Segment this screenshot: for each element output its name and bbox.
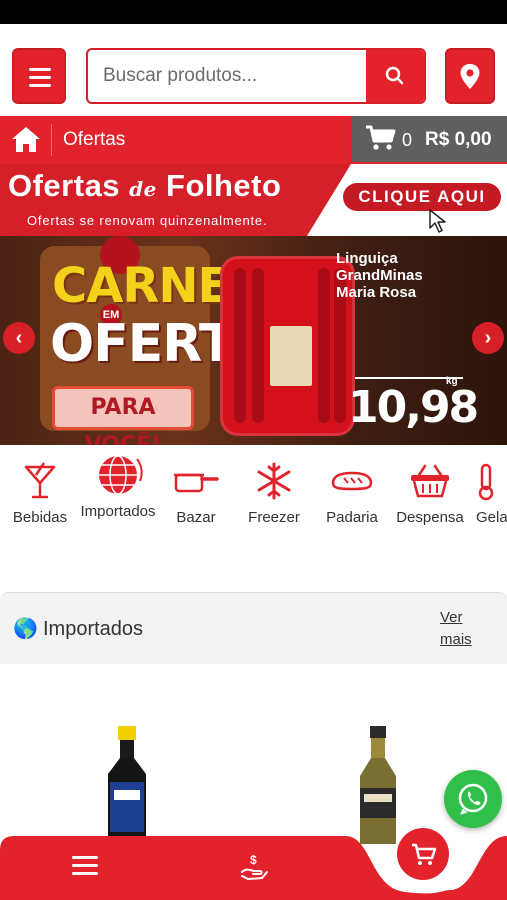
home-icon[interactable] [10, 124, 42, 154]
product-name-line: GrandMinas [336, 267, 423, 284]
sausage-link [252, 268, 264, 423]
whatsapp-button[interactable] [444, 770, 502, 828]
hamburger-icon [72, 856, 98, 875]
shopping-cart-icon [366, 125, 396, 150]
importados-section-header: 🌎 Importados Ver mais [0, 592, 507, 664]
promo-title-part1: Ofertas [8, 168, 121, 203]
hamburger-icon [29, 68, 51, 87]
product-image-olive-oil-light[interactable] [356, 724, 400, 844]
breadcrumb-bar: Ofertas 0 R$ 0,00 [0, 116, 507, 164]
click-here-button[interactable]: CLIQUE AQUI [343, 183, 501, 211]
cocktail-glass-icon [24, 462, 56, 499]
saucepan-icon [174, 473, 219, 493]
promo-title-de: de [129, 177, 157, 201]
category-bazar[interactable]: Bazar [156, 457, 236, 526]
snowflake-icon [257, 462, 291, 500]
bread-icon [331, 471, 373, 491]
category-despensa[interactable]: Despensa [390, 457, 470, 526]
search-box [86, 48, 426, 104]
status-bar [0, 0, 507, 24]
category-bebidas[interactable]: Bebidas [0, 457, 80, 526]
promo-subtitle: Ofertas se renovam quinzenalmente. [27, 213, 268, 228]
category-label: Gela [476, 509, 507, 526]
menu-button[interactable] [12, 48, 66, 104]
banner-headline-3: PARA VOCÊ! [52, 386, 194, 445]
cart-count: 0 [402, 130, 413, 150]
product-name-line: Maria Rosa [336, 284, 417, 301]
promo-title: Ofertas de Folheto [8, 168, 281, 204]
map-pin-icon [460, 64, 480, 89]
product-price: 10,98 [348, 382, 479, 433]
category-label: Freezer [248, 509, 300, 526]
cart-total: R$ 0,00 [425, 129, 492, 150]
sausage-package-image [220, 256, 355, 436]
globe-icon [99, 455, 143, 495]
see-more-line: Ver [440, 609, 463, 626]
category-carousel: Bebidas Importados Bazar Freezer Padaria… [0, 445, 507, 545]
sausage-link [234, 268, 246, 423]
money-hand-icon[interactable]: $ [240, 852, 268, 882]
cart-summary[interactable]: 0 R$ 0,00 [351, 116, 507, 162]
product-name: Linguiça GrandMinas Maria Rosa [336, 250, 423, 301]
floating-cart-button[interactable] [397, 828, 449, 880]
category-gela[interactable]: Gela [468, 457, 507, 526]
product-list [0, 664, 507, 844]
category-label: Bebidas [12, 509, 68, 526]
section-title: Importados [43, 618, 144, 640]
sausage-link [318, 268, 330, 423]
category-label: Bazar [176, 509, 216, 526]
category-label: Padaria [326, 509, 378, 526]
promo-title-part2: Folheto [166, 168, 282, 203]
see-more-link[interactable]: Ver mais [440, 607, 480, 651]
chevron-left-icon: ‹ [15, 327, 23, 349]
product-image-olive-oil-dark[interactable] [100, 724, 154, 844]
category-label: Despensa [396, 509, 464, 526]
search-button[interactable] [366, 50, 424, 102]
location-button[interactable] [445, 48, 495, 104]
basket-icon [411, 464, 449, 498]
chevron-right-icon: › [484, 327, 492, 349]
search-input[interactable] [88, 50, 368, 102]
breadcrumb-current[interactable]: Ofertas [63, 129, 125, 151]
globe-emoji-icon: 🌎 [13, 618, 38, 640]
thermometer-icon [478, 463, 494, 501]
product-name-line: Linguiça [336, 250, 398, 267]
carousel-next-button[interactable]: › [472, 322, 504, 354]
category-freezer[interactable]: Freezer [234, 457, 314, 526]
whatsapp-icon [458, 783, 488, 815]
shopping-cart-icon [412, 843, 437, 865]
bottom-menu-button[interactable] [72, 856, 98, 878]
pointer-cursor-icon [429, 209, 446, 233]
package-label [270, 326, 312, 386]
header [0, 24, 507, 116]
carousel-prev-button[interactable]: ‹ [3, 322, 35, 354]
category-padaria[interactable]: Padaria [312, 457, 392, 526]
category-label: Importados [80, 503, 156, 520]
hero-carousel[interactable]: CARNES EM OFERTA PARA VOCÊ! Linguiça Gra… [0, 236, 507, 445]
category-importados[interactable]: Importados [78, 451, 158, 520]
search-icon [385, 66, 404, 85]
see-more-line: mais [440, 631, 472, 648]
svg-text:$: $ [250, 853, 257, 867]
divider [51, 124, 52, 156]
